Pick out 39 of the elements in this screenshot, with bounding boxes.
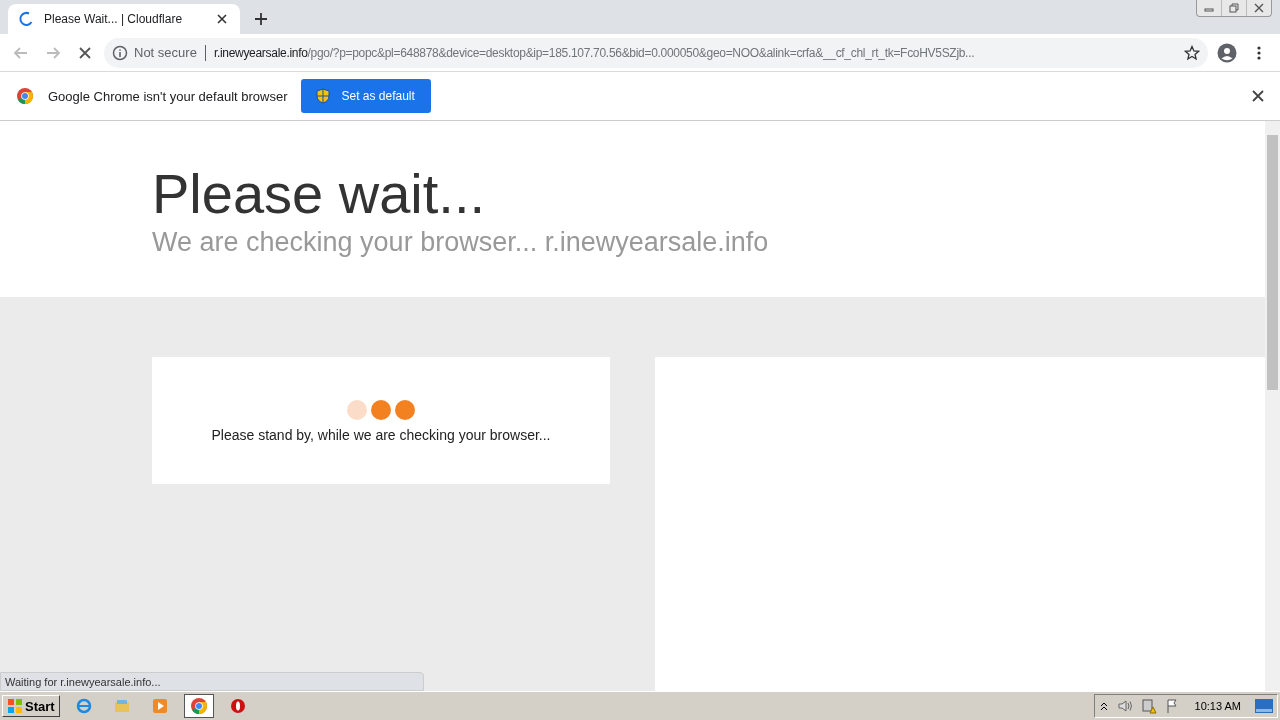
stop-icon (77, 44, 93, 61)
chrome-taskbar-icon[interactable] (189, 697, 208, 715)
globe-icon (75, 698, 92, 714)
status-bubble: Waiting for r.inewyearsale.info... (0, 672, 424, 691)
menu-icon (1257, 44, 1261, 61)
address-bar[interactable]: Not secure r.inewyearsale.info/pgo/?p=popc&pl=648878&device=desktop&ip=185.107.70.56&bid=0.000050&geo=NOO&alink=crfa&__cf_chl_rt_tk=FcoHV5SZjb... (104, 37, 1208, 68)
clock[interactable]: 10:13 AM (1194, 700, 1241, 712)
tab-title: Please Wait... | Cloudflare (44, 12, 184, 26)
chevron-up-icon[interactable] (1098, 701, 1109, 711)
status-message: Please stand by, while we are checking your browser... (211, 426, 551, 443)
scrollbar[interactable] (1265, 121, 1280, 691)
plus-icon (253, 11, 269, 27)
account-icon (1217, 42, 1237, 63)
start-button[interactable]: Start (2, 695, 60, 717)
windows-logo-icon (7, 698, 23, 714)
browser-tab[interactable]: Please Wait... | Cloudflare (8, 4, 240, 34)
chrome-logo-icon (16, 87, 34, 105)
close-icon[interactable] (1252, 90, 1264, 102)
restore-icon (1229, 3, 1239, 13)
loading-spinner-icon (18, 11, 34, 27)
folder-icon (113, 698, 130, 714)
forward-arrow-icon (45, 44, 61, 61)
play-icon (151, 698, 168, 714)
desktop-icon[interactable] (1255, 699, 1273, 713)
close-icon (1254, 3, 1264, 13)
info-icon (112, 44, 128, 61)
page-subtitle: We are checking your browser... r.inewyearsale.info (152, 227, 770, 258)
set-default-button[interactable]: Set as default (301, 79, 431, 113)
star-icon[interactable] (1184, 44, 1200, 61)
back-arrow-icon (13, 44, 29, 61)
url-text: r.inewyearsale.info/pgo/?p=popc&pl=648878&device=desktop&ip=185.107.70.56&bid=0.000050&geo=NOO&alink=crfa&__cf_chl_rt_tk=FcoHV5SZjb... (213, 45, 976, 60)
page-title: Please wait... (152, 161, 487, 227)
infobar-message: Google Chrome isn't your default browser (48, 88, 288, 104)
shield-icon (315, 88, 332, 104)
loading-dots-icon (346, 398, 416, 421)
chrome-taskbar-button[interactable] (183, 694, 214, 718)
network-warning-icon[interactable] (1140, 698, 1157, 714)
security-label: Not secure (134, 45, 197, 60)
speaker-icon[interactable] (1116, 698, 1133, 714)
